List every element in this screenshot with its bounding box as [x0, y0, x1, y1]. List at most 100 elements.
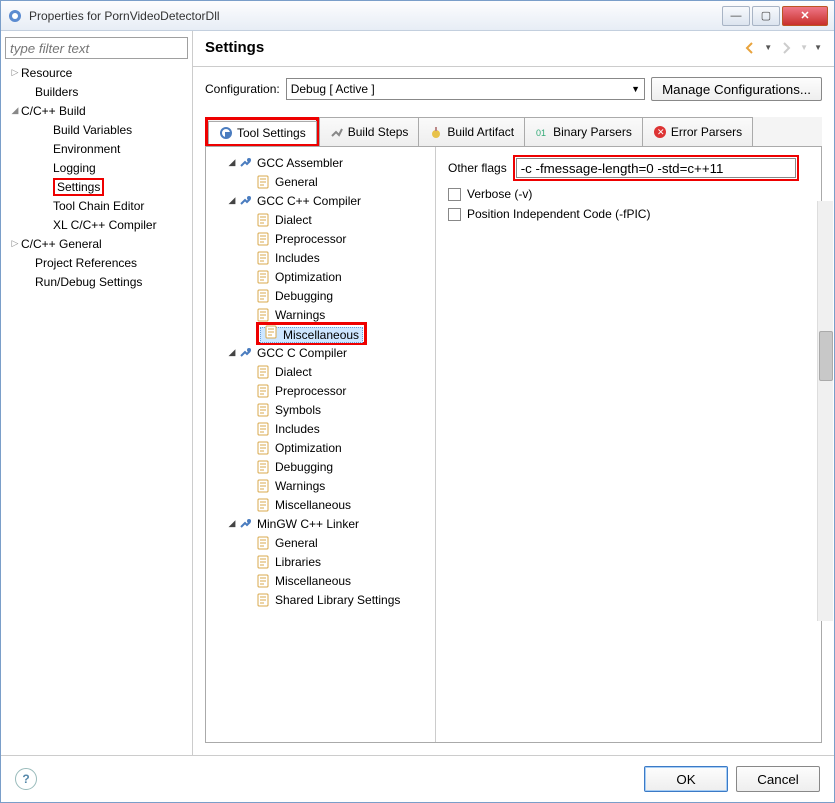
tree-item[interactable]: Build Variables	[5, 120, 188, 139]
tool-tree-item[interactable]: Debugging	[210, 457, 431, 476]
tool-tree-item[interactable]: Miscellaneous	[210, 495, 431, 514]
tree-item[interactable]: Logging	[5, 158, 188, 177]
tree-item[interactable]: Tool Chain Editor	[5, 196, 188, 215]
verbose-label: Verbose (-v)	[467, 187, 532, 201]
tree-item[interactable]: ◢C/C++ Build	[5, 101, 188, 120]
tab-build-steps[interactable]: Build Steps	[319, 117, 420, 146]
tree-item-label: Builders	[35, 85, 78, 99]
tool-tree[interactable]: ◢GCC AssemblerGeneral◢GCC C++ CompilerDi…	[206, 147, 436, 742]
tree-item[interactable]: Run/Debug Settings	[5, 272, 188, 291]
tree-item[interactable]: ▷C/C++ General	[5, 234, 188, 253]
tool-tree-item[interactable]: Dialect	[210, 210, 431, 229]
pic-checkbox[interactable]	[448, 208, 461, 221]
tab-build-artifact[interactable]: Build Artifact	[418, 117, 525, 146]
tree-item-label: Environment	[53, 142, 120, 156]
scrollbar-thumb[interactable]	[819, 331, 833, 381]
other-flags-input[interactable]	[516, 158, 796, 178]
tab-icon	[219, 126, 233, 140]
tool-tree-item[interactable]: Miscellaneous	[210, 571, 431, 590]
back-icon[interactable]	[742, 40, 758, 56]
tree-item-label: Settings	[57, 180, 100, 194]
page-icon	[256, 479, 272, 493]
tool-tree-label: Dialect	[275, 365, 312, 379]
back-menu-icon[interactable]: ▼	[764, 43, 772, 52]
tool-tree-item[interactable]: Optimization	[210, 267, 431, 286]
tool-tree-item[interactable]: Debugging	[210, 286, 431, 305]
page-icon	[256, 460, 272, 474]
close-button[interactable]: ✕	[782, 6, 828, 26]
tool-tree-item[interactable]: Warnings	[210, 476, 431, 495]
tool-tree-label: Dialect	[275, 213, 312, 227]
scrollbar-track[interactable]	[817, 201, 833, 621]
category-tree[interactable]: ▷Resource Builders ◢C/C++ Build Build Varia…	[5, 63, 188, 749]
tool-tree-item[interactable]: Includes	[210, 248, 431, 267]
tree-item[interactable]: Builders	[5, 82, 188, 101]
tree-item[interactable]: ▷Resource	[5, 63, 188, 82]
page-icon	[264, 325, 280, 339]
tab-binary-parsers[interactable]: 01Binary Parsers	[524, 117, 643, 146]
tool-tree-item[interactable]: Optimization	[210, 438, 431, 457]
tool-tree-item[interactable]: Preprocessor	[210, 229, 431, 248]
tab-tool-settings[interactable]: Tool Settings	[208, 121, 317, 144]
page-icon	[256, 232, 272, 246]
tab-icon: ✕	[653, 125, 667, 139]
tab-label: Tool Settings	[237, 126, 306, 140]
tree-item[interactable]: XL C/C++ Compiler	[5, 215, 188, 234]
help-icon[interactable]: ?	[15, 768, 37, 790]
tool-tree-label: Debugging	[275, 460, 333, 474]
page-icon	[256, 593, 272, 607]
expand-icon: ◢	[226, 518, 238, 529]
tool-icon	[238, 346, 254, 360]
tool-tree-item[interactable]: General	[210, 172, 431, 191]
tree-item-label: Resource	[21, 66, 72, 80]
cancel-button[interactable]: Cancel	[736, 766, 820, 792]
tree-item[interactable]: Project References	[5, 253, 188, 272]
tool-icon	[238, 194, 254, 208]
tool-tree-item[interactable]: ◢GCC C++ Compiler	[210, 191, 431, 210]
minimize-button[interactable]: —	[722, 6, 750, 26]
tool-tree-item[interactable]: Preprocessor	[210, 381, 431, 400]
expand-icon: ◢	[226, 347, 238, 358]
menu-icon[interactable]: ▼	[814, 43, 822, 52]
tool-tree-item[interactable]: Miscellaneous	[210, 324, 431, 343]
tool-tree-item[interactable]: ◢ MinGW C++ Linker	[210, 514, 431, 533]
tree-item-label: Build Variables	[53, 123, 132, 137]
left-panel: ▷Resource Builders ◢C/C++ Build Build Varia…	[1, 31, 193, 755]
tab-label: Binary Parsers	[553, 125, 632, 139]
tool-tree-label: MinGW C++ Linker	[257, 517, 359, 531]
config-value: Debug [ Active ]	[291, 82, 375, 96]
svg-text:✕: ✕	[657, 127, 665, 137]
tool-tree-item[interactable]: Symbols	[210, 400, 431, 419]
tree-item-label: C/C++ Build	[21, 104, 86, 118]
tool-tree-item[interactable]: Libraries	[210, 552, 431, 571]
tab-error-parsers[interactable]: ✕Error Parsers	[642, 117, 753, 146]
verbose-checkbox[interactable]	[448, 188, 461, 201]
other-flags-label: Other flags	[448, 161, 507, 175]
tab-bar: Tool Settings Build StepsBuild Artifact01…	[205, 117, 822, 147]
forward-icon[interactable]	[778, 40, 794, 56]
filter-input[interactable]	[5, 37, 188, 59]
page-title: Settings	[205, 39, 742, 56]
tool-tree-label: General	[275, 536, 318, 550]
tool-tree-item[interactable]: General	[210, 533, 431, 552]
tree-item[interactable]: Settings	[5, 177, 188, 196]
page-icon	[256, 270, 272, 284]
tool-tree-item[interactable]: ◢GCC Assembler	[210, 153, 431, 172]
tool-tree-item[interactable]: Includes	[210, 419, 431, 438]
ok-button[interactable]: OK	[644, 766, 728, 792]
tree-item[interactable]: Environment	[5, 139, 188, 158]
tree-item-label: Logging	[53, 161, 96, 175]
tool-tree-item[interactable]: Shared Library Settings	[210, 590, 431, 609]
tool-tree-label: Optimization	[275, 441, 342, 455]
tool-tree-item[interactable]: ◢GCC C Compiler	[210, 343, 431, 362]
config-select[interactable]: Debug [ Active ] ▼	[286, 78, 645, 100]
tool-tree-label: Miscellaneous	[275, 574, 351, 588]
tool-tree-label: Libraries	[275, 555, 321, 569]
tool-tree-item[interactable]: Dialect	[210, 362, 431, 381]
maximize-button[interactable]: ▢	[752, 6, 780, 26]
tool-tree-label: Includes	[275, 422, 320, 436]
manage-config-button[interactable]: Manage Configurations...	[651, 77, 822, 101]
page-icon	[256, 289, 272, 303]
tree-item-label: Run/Debug Settings	[35, 275, 142, 289]
forward-menu-icon[interactable]: ▼	[800, 43, 808, 52]
